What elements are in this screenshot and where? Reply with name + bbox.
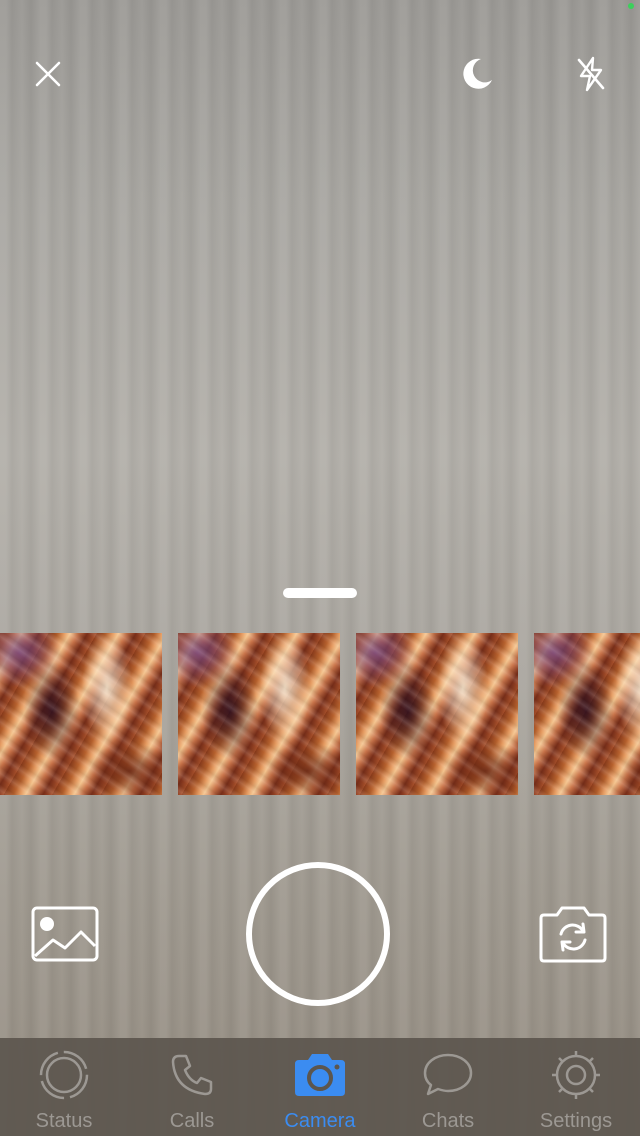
recent-photos-strip[interactable]: [0, 633, 640, 795]
camera-icon: [292, 1050, 348, 1100]
close-icon: [33, 59, 63, 89]
tab-settings-label: Settings: [539, 1110, 613, 1132]
status-indicator-dot: [628, 3, 634, 9]
night-mode-button[interactable]: [453, 50, 501, 98]
chat-bubble-icon: [420, 1050, 476, 1100]
tab-chats[interactable]: Chats: [384, 1038, 512, 1136]
shutter-button[interactable]: [246, 862, 390, 1006]
close-button[interactable]: [24, 50, 72, 98]
camera-screen: Status Calls Camera Chats Settings: [0, 0, 640, 1136]
tab-bar: Status Calls Camera Chats Settings: [0, 1038, 640, 1136]
tab-settings[interactable]: Settings: [512, 1038, 640, 1136]
status-ring-icon: [36, 1050, 92, 1100]
moon-icon: [459, 56, 495, 92]
recent-photo-thumbnail[interactable]: [0, 633, 162, 795]
flash-button[interactable]: [567, 50, 615, 98]
tab-chats-label: Chats: [421, 1110, 475, 1132]
camera-flip-icon: [537, 906, 609, 968]
tab-status[interactable]: Status: [0, 1038, 128, 1136]
gear-icon: [548, 1050, 604, 1100]
recent-photo-thumbnail[interactable]: [534, 633, 640, 795]
tab-camera-label: Camera: [284, 1110, 356, 1132]
gallery-button[interactable]: [31, 906, 99, 962]
phone-icon: [164, 1050, 220, 1100]
flip-camera-button[interactable]: [537, 904, 609, 964]
recent-photo-thumbnail[interactable]: [356, 633, 518, 795]
tab-calls[interactable]: Calls: [128, 1038, 256, 1136]
tab-camera[interactable]: Camera: [256, 1038, 384, 1136]
tab-status-label: Status: [35, 1110, 93, 1132]
flash-off-icon: [575, 56, 607, 92]
photo-drawer-handle[interactable]: [283, 588, 357, 598]
tab-calls-label: Calls: [169, 1110, 215, 1132]
image-gallery-icon: [31, 906, 99, 966]
recent-photo-thumbnail[interactable]: [178, 633, 340, 795]
